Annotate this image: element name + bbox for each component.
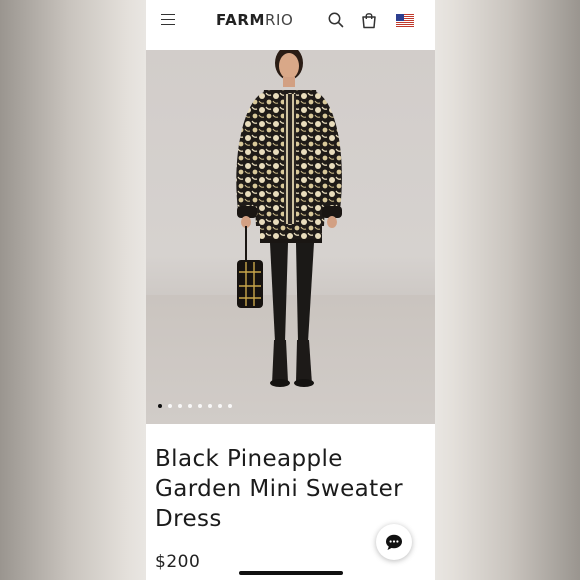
product-price: $200 <box>155 552 201 572</box>
shopping-bag-icon[interactable] <box>359 10 379 30</box>
site-header: FARMRIO <box>146 0 435 50</box>
carousel-dot[interactable] <box>198 404 202 408</box>
menu-icon[interactable] <box>161 14 175 26</box>
carousel-dot[interactable] <box>178 404 182 408</box>
chat-button[interactable] <box>376 524 412 560</box>
model-illustration <box>236 50 342 387</box>
carousel-dot[interactable] <box>208 404 212 408</box>
brand-logo[interactable]: FARMRIO <box>216 11 300 31</box>
logo-bold-text: FARM <box>216 11 266 29</box>
us-flag-icon[interactable] <box>396 14 414 27</box>
carousel-dot[interactable] <box>228 404 232 408</box>
search-icon[interactable] <box>326 10 346 30</box>
carousel-dot[interactable] <box>168 404 172 408</box>
carousel-dot[interactable] <box>158 404 162 408</box>
home-indicator[interactable] <box>239 571 343 575</box>
chat-bubble-icon <box>386 534 402 550</box>
product-image[interactable] <box>146 50 435 424</box>
logo-light-text: RIO <box>265 11 294 29</box>
phone-screen: FARMRIO Black Pineapple Garden Mini Swea… <box>146 0 435 580</box>
carousel-dot[interactable] <box>218 404 222 408</box>
product-title: Black Pineapple Garden Mini Sweater Dres… <box>155 446 403 532</box>
carousel-dot[interactable] <box>188 404 192 408</box>
